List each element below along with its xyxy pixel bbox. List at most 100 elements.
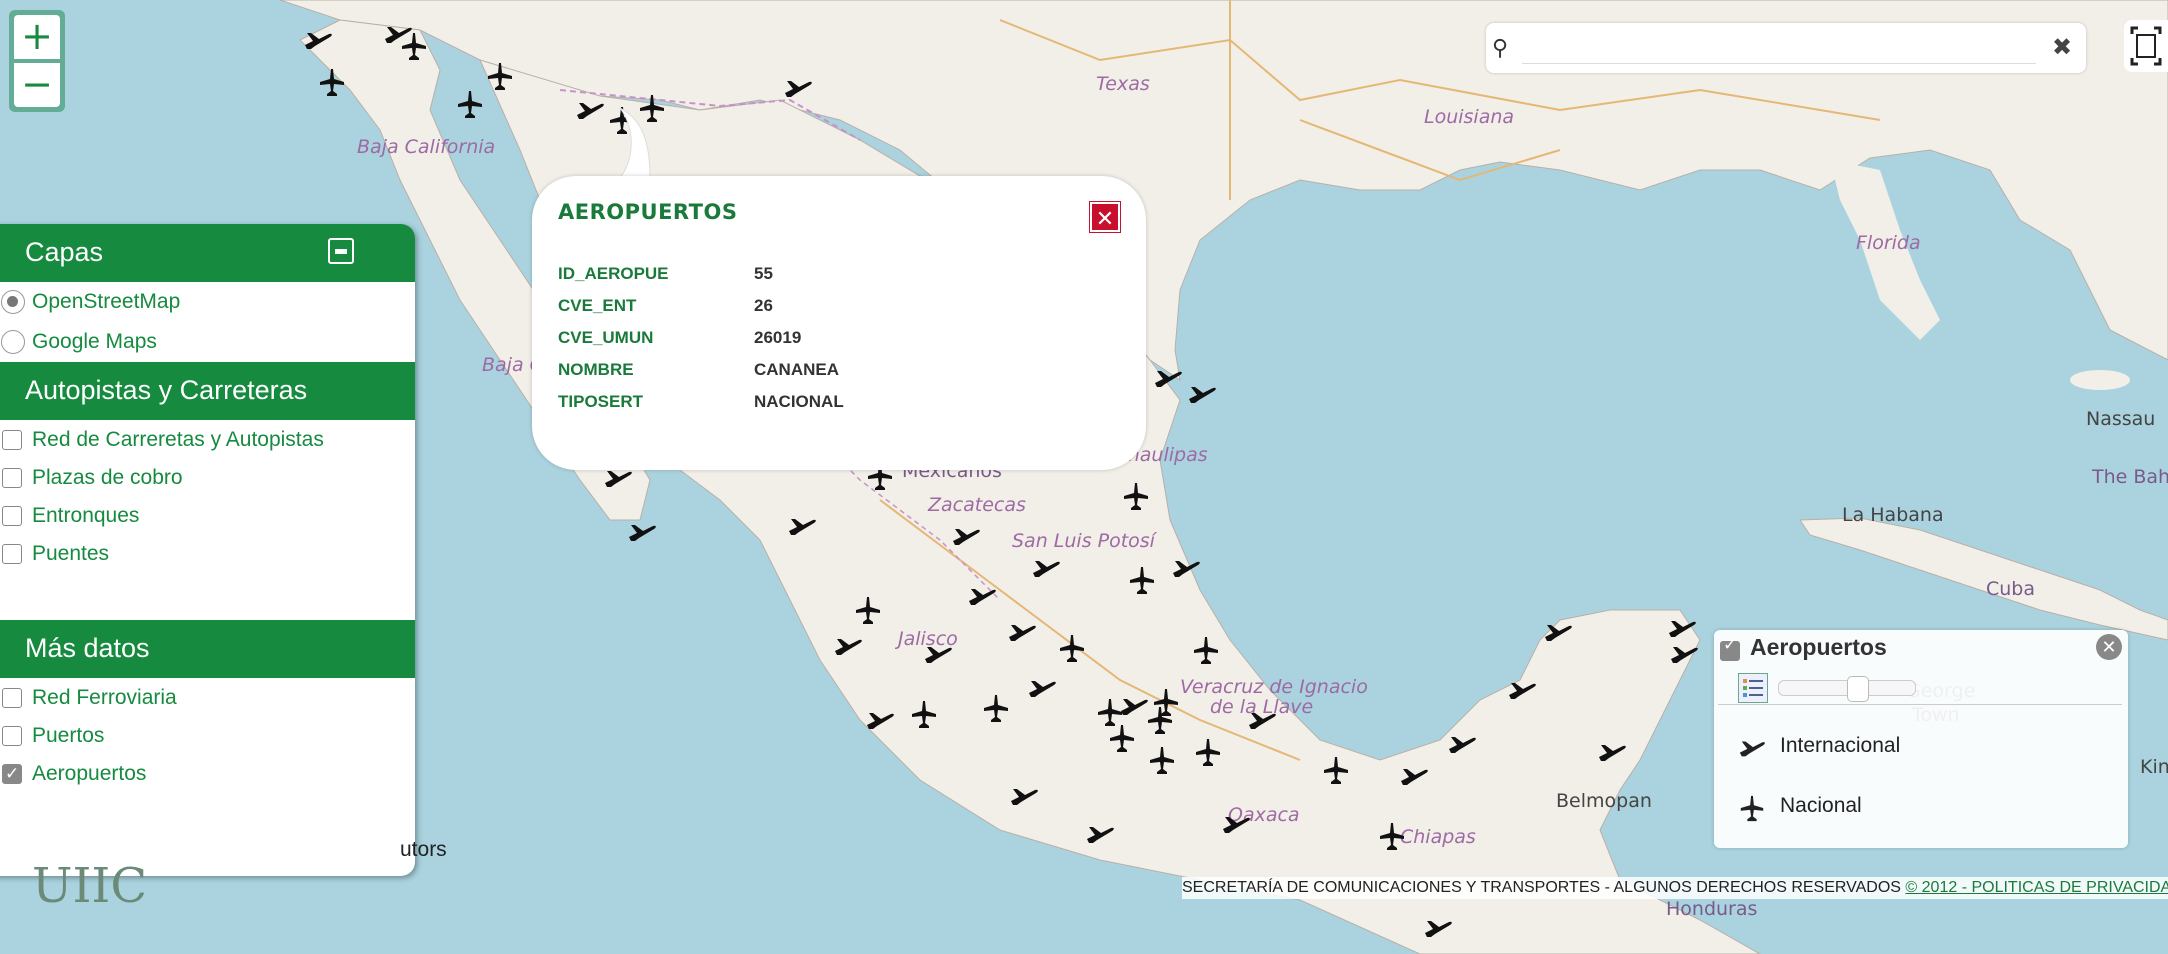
fullscreen-icon (2130, 26, 2162, 66)
national-airport-marker[interactable] (1057, 633, 1087, 663)
national-airport-marker[interactable] (1377, 821, 1407, 851)
legend-item-internacional: Internacional (1734, 734, 1900, 768)
attr-value: 26 (754, 296, 773, 315)
checkbox[interactable] (2, 544, 22, 564)
international-airport-marker[interactable] (1007, 617, 1037, 647)
checkbox[interactable] (2, 506, 22, 526)
layers-panel: Capas OpenStreetMap Google Maps Autopist… (0, 224, 415, 876)
legend-list-icon[interactable] (1738, 673, 1768, 703)
international-airport-marker[interactable] (1597, 737, 1627, 767)
international-airport-marker[interactable] (967, 581, 997, 611)
international-airport-marker[interactable] (951, 521, 981, 551)
base-layer-label: Google Maps (32, 330, 157, 353)
layer-label: Puertos (32, 724, 105, 747)
national-airport-marker[interactable] (485, 61, 515, 91)
map-label: La Habana (1842, 504, 1944, 526)
collapse-panel-button[interactable] (328, 238, 354, 264)
legend-label: Nacional (1780, 794, 1862, 817)
international-airport-icon (1739, 741, 1765, 757)
radio-google[interactable] (1, 330, 25, 354)
international-airport-marker[interactable] (1031, 553, 1061, 583)
international-airport-marker[interactable] (303, 25, 333, 55)
popup-attr-row: ID_AEROPUE 55 (558, 264, 1118, 294)
international-airport-marker[interactable] (787, 511, 817, 541)
national-airport-marker[interactable] (399, 31, 429, 61)
international-airport-marker[interactable] (1447, 729, 1477, 759)
popup-attr-row: TIPOSERT NACIONAL (558, 392, 1118, 422)
checkbox[interactable] (2, 688, 22, 708)
international-airport-marker[interactable] (1187, 379, 1217, 409)
attribution-text: utors (400, 838, 447, 861)
international-airport-marker[interactable] (1085, 819, 1115, 849)
layer-label: Puentes (32, 542, 110, 565)
map-label: Belmopan (1556, 790, 1652, 812)
mas-datos-title: Más datos (25, 633, 150, 663)
international-airport-marker[interactable] (1669, 639, 1699, 669)
international-airport-marker[interactable] (1027, 673, 1057, 703)
map-label: Veracruz de Ignacio (1180, 676, 1368, 698)
national-airport-marker[interactable] (1193, 737, 1223, 767)
search-box: ⚲ ✖ (1486, 23, 2086, 73)
zoom-control: + − (9, 10, 65, 112)
feature-popup: AEROPUERTOS ✕ ID_AEROPUE 55 CVE_ENT 26 C… (532, 176, 1146, 470)
legend-close-button[interactable]: ✕ (2096, 634, 2122, 660)
international-airport-marker[interactable] (627, 517, 657, 547)
legend-label: Internacional (1780, 734, 1901, 757)
international-airport-marker[interactable] (783, 73, 813, 103)
international-airport-marker[interactable] (865, 705, 895, 735)
international-airport-marker[interactable] (1507, 675, 1537, 705)
international-airport-marker[interactable] (1543, 617, 1573, 647)
legend-panel: Aeropuertos ✕ Internacional Nacional (1714, 630, 2128, 848)
map-label: Baja California (357, 136, 496, 158)
national-airport-marker[interactable] (981, 693, 1011, 723)
national-airport-marker[interactable] (455, 89, 485, 119)
radio-osm[interactable] (1, 290, 25, 314)
international-airport-marker[interactable] (1221, 809, 1251, 839)
national-airport-marker[interactable] (317, 67, 347, 97)
map-label: San Luis Potosí (1012, 530, 1155, 552)
national-airport-marker[interactable] (1127, 565, 1157, 595)
mas-datos-header: Más datos (0, 620, 415, 678)
legend-layer-checkbox[interactable] (1720, 635, 1740, 661)
checkbox[interactable] (2, 758, 22, 790)
zoom-out-button[interactable]: − (14, 63, 60, 107)
footer-attribution: SECRETARÍA DE COMUNICACIONES Y TRANSPORT… (1182, 877, 2168, 899)
opacity-slider-handle[interactable] (1847, 676, 1869, 702)
map-label: Zacatecas (928, 494, 1026, 516)
attr-key: CVE_UMUN (558, 328, 654, 347)
fullscreen-button[interactable] (2124, 20, 2168, 72)
national-airport-marker[interactable] (1147, 745, 1177, 775)
national-airport-marker[interactable] (909, 699, 939, 729)
attr-key: ID_AEROPUE (558, 264, 669, 283)
national-airport-marker[interactable] (1145, 705, 1175, 735)
national-airport-marker[interactable] (1107, 723, 1137, 753)
international-airport-marker[interactable] (1423, 913, 1453, 943)
map-label: Cuba (1986, 578, 2036, 600)
national-airport-marker[interactable] (1191, 635, 1221, 665)
international-airport-marker[interactable] (1171, 553, 1201, 583)
search-input[interactable] (1522, 33, 2036, 64)
international-airport-marker[interactable] (1153, 363, 1183, 393)
map-label: Florida (1856, 232, 1921, 254)
checkbox[interactable] (2, 430, 22, 450)
national-airport-marker[interactable] (1321, 755, 1351, 785)
zoom-in-button[interactable]: + (14, 15, 60, 59)
layer-label: Entronques (32, 504, 140, 527)
popup-close-button[interactable]: ✕ (1090, 202, 1120, 232)
privacy-link[interactable]: © 2012 - POLITICAS DE PRIVACIDAD (1905, 879, 2168, 896)
checkbox[interactable] (2, 726, 22, 746)
national-airport-marker[interactable] (1121, 481, 1151, 511)
international-airport-marker[interactable] (1009, 781, 1039, 811)
checkbox[interactable] (2, 468, 22, 488)
international-airport-marker[interactable] (1247, 705, 1277, 735)
international-airport-marker[interactable] (923, 639, 953, 669)
attr-value: 55 (754, 264, 773, 283)
national-airport-marker[interactable] (853, 595, 883, 625)
clear-search-icon[interactable]: ✖ (2052, 33, 2072, 62)
attr-value: CANANEA (754, 360, 839, 379)
international-airport-marker[interactable] (833, 631, 863, 661)
map-label: Texas (1096, 73, 1150, 95)
opacity-slider[interactable] (1778, 676, 1916, 702)
international-airport-marker[interactable] (1399, 761, 1429, 791)
attr-key: TIPOSERT (558, 392, 644, 411)
